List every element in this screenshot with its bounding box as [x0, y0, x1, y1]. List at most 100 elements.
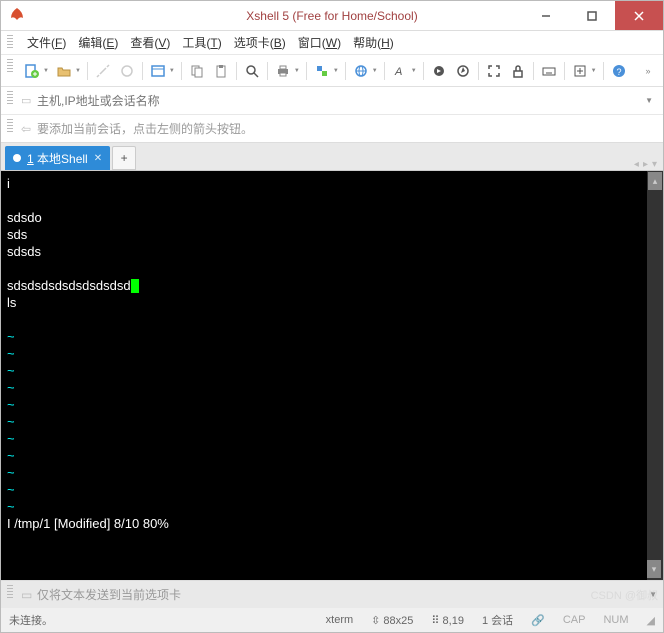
- terminal-tilde: ~: [7, 413, 657, 430]
- send-icon[interactable]: ▭: [21, 588, 37, 602]
- menu-f[interactable]: 文件(F): [21, 32, 72, 53]
- dropdown-arrow-icon[interactable]: ▼: [641, 96, 657, 105]
- status-dot-icon: [13, 154, 21, 162]
- tab-add-button[interactable]: +: [112, 146, 136, 170]
- status-pos: ⠿ 8,19: [431, 614, 464, 627]
- grip-icon: [7, 119, 13, 133]
- globe-button[interactable]: [350, 60, 372, 82]
- terminal-tilde: ~: [7, 447, 657, 464]
- dropdown-arrow-icon[interactable]: ▼: [333, 68, 339, 74]
- tab-next-icon[interactable]: ▸: [643, 159, 648, 170]
- terminal-line: [7, 260, 657, 277]
- new-button[interactable]: [21, 60, 43, 82]
- terminal-tilde: ~: [7, 498, 657, 515]
- terminal-line: sdsdo: [7, 209, 657, 226]
- maximize-button[interactable]: [569, 1, 615, 30]
- connect-button[interactable]: [92, 60, 114, 82]
- menubar: 文件(F)编辑(E)查看(V)工具(T)选项卡(B)窗口(W)帮助(H): [1, 31, 663, 55]
- transfer-button[interactable]: [311, 60, 333, 82]
- fullscreen-button[interactable]: [483, 60, 505, 82]
- menu-e[interactable]: 编辑(E): [72, 32, 124, 53]
- close-button[interactable]: [615, 1, 663, 30]
- menu-h[interactable]: 帮助(H): [347, 32, 400, 53]
- status-link-icon: 🔗: [531, 614, 545, 627]
- tab-prev-icon[interactable]: ◂: [634, 159, 639, 170]
- add-session-icon[interactable]: ⇦: [21, 122, 37, 136]
- terminal-tilde: ~: [7, 481, 657, 498]
- terminal-tilde: ~: [7, 396, 657, 413]
- terminal-tilde: ~: [7, 328, 657, 345]
- print-button[interactable]: [272, 60, 294, 82]
- tab-menu-icon[interactable]: ▾: [652, 159, 657, 170]
- hintbar: ⇦ 要添加当前会话，点击左侧的箭头按钮。: [1, 115, 663, 143]
- terminal-line: ls: [7, 294, 657, 311]
- dropdown-arrow-icon[interactable]: ▼: [591, 68, 597, 74]
- grip-icon: [7, 91, 13, 105]
- help-button[interactable]: ?: [608, 60, 630, 82]
- script-button[interactable]: [428, 60, 450, 82]
- tab-label: 1 1 本地Shell本地Shell: [27, 150, 88, 167]
- lock-button[interactable]: [507, 60, 529, 82]
- terminal[interactable]: i sdsdosdssdsds sdsdsdsdsdsdsdsdsd ls ~~…: [1, 171, 663, 580]
- addtab-button[interactable]: [569, 60, 591, 82]
- tabbar: 1 1 本地Shell本地Shell ✕ + ◂ ▸ ▾: [1, 143, 663, 171]
- terminal-tilde: ~: [7, 362, 657, 379]
- addressbar: ▭ ▼: [1, 87, 663, 115]
- open-button[interactable]: [53, 60, 75, 82]
- dropdown-arrow-icon[interactable]: ▼: [294, 68, 300, 74]
- font-button[interactable]: A: [389, 60, 411, 82]
- dropdown-arrow-icon[interactable]: ▼: [372, 68, 378, 74]
- menu-v[interactable]: 查看(V): [124, 32, 176, 53]
- terminal-tilde: ~: [7, 345, 657, 362]
- dropdown-arrow-icon[interactable]: ▼: [411, 68, 417, 74]
- grip-icon: [7, 59, 13, 73]
- address-input[interactable]: [37, 94, 641, 108]
- compass-button[interactable]: [452, 60, 474, 82]
- status-num: NUM: [603, 614, 628, 626]
- terminal-line: [7, 311, 657, 328]
- window-title: Xshell 5 (Free for Home/School): [246, 9, 417, 23]
- status-caps: CAP: [563, 614, 586, 626]
- titlebar: Xshell 5 (Free for Home/School): [1, 1, 663, 31]
- status-connection: 未连接。: [9, 612, 53, 628]
- send-text: 仅将文本发送到当前选项卡: [37, 586, 181, 603]
- vi-status-line: I /tmp/1 [Modified] 8/10 80%: [7, 515, 657, 532]
- menu-w[interactable]: 窗口(W): [292, 32, 347, 53]
- close-tab-icon[interactable]: ✕: [94, 153, 102, 164]
- terminal-tilde: ~: [7, 430, 657, 447]
- terminal-tilde: ~: [7, 379, 657, 396]
- chevron-icon[interactable]: »: [637, 60, 659, 82]
- terminal-line: [7, 192, 657, 209]
- session-icon: ▭: [21, 94, 37, 107]
- grip-icon: [7, 585, 13, 599]
- status-size: ⇳ 88x25: [371, 614, 413, 627]
- dropdown-arrow-icon[interactable]: ▼: [75, 68, 81, 74]
- statusbar: 未连接。 xterm ⇳ 88x25 ⠿ 8,19 1 会话 🔗 CAP NUM…: [1, 608, 663, 632]
- dropdown-arrow-icon[interactable]: ▼: [169, 68, 175, 74]
- scrollbar[interactable]: ▴ ▾: [647, 171, 663, 580]
- menu-b[interactable]: 选项卡(B): [228, 32, 292, 53]
- status-termtype: xterm: [326, 614, 354, 626]
- svg-text:A: A: [394, 66, 402, 78]
- svg-text:?: ?: [616, 67, 621, 77]
- terminal-tilde: ~: [7, 464, 657, 481]
- hint-text: 要添加当前会话，点击左侧的箭头按钮。: [37, 120, 253, 137]
- terminal-line: sdsds: [7, 243, 657, 260]
- minimize-button[interactable]: [523, 1, 569, 30]
- sendbar: ▭ 仅将文本发送到当前选项卡 ▼: [1, 580, 663, 608]
- search-button[interactable]: [241, 60, 263, 82]
- properties-button[interactable]: [147, 60, 169, 82]
- resize-grip-icon[interactable]: ◢: [647, 614, 655, 627]
- scroll-down-icon[interactable]: ▾: [647, 560, 661, 578]
- grip-icon: [7, 35, 13, 49]
- dropdown-arrow-icon[interactable]: ▼: [649, 590, 657, 599]
- keyboard-button[interactable]: [538, 60, 560, 82]
- disconnect-button[interactable]: [116, 60, 138, 82]
- tab-local-shell[interactable]: 1 1 本地Shell本地Shell ✕: [5, 146, 110, 170]
- menu-t[interactable]: 工具(T): [176, 32, 227, 53]
- copy-button[interactable]: [186, 60, 208, 82]
- paste-button[interactable]: [210, 60, 232, 82]
- scroll-up-icon[interactable]: ▴: [648, 172, 662, 190]
- app-icon: [7, 6, 27, 26]
- dropdown-arrow-icon[interactable]: ▼: [43, 68, 49, 74]
